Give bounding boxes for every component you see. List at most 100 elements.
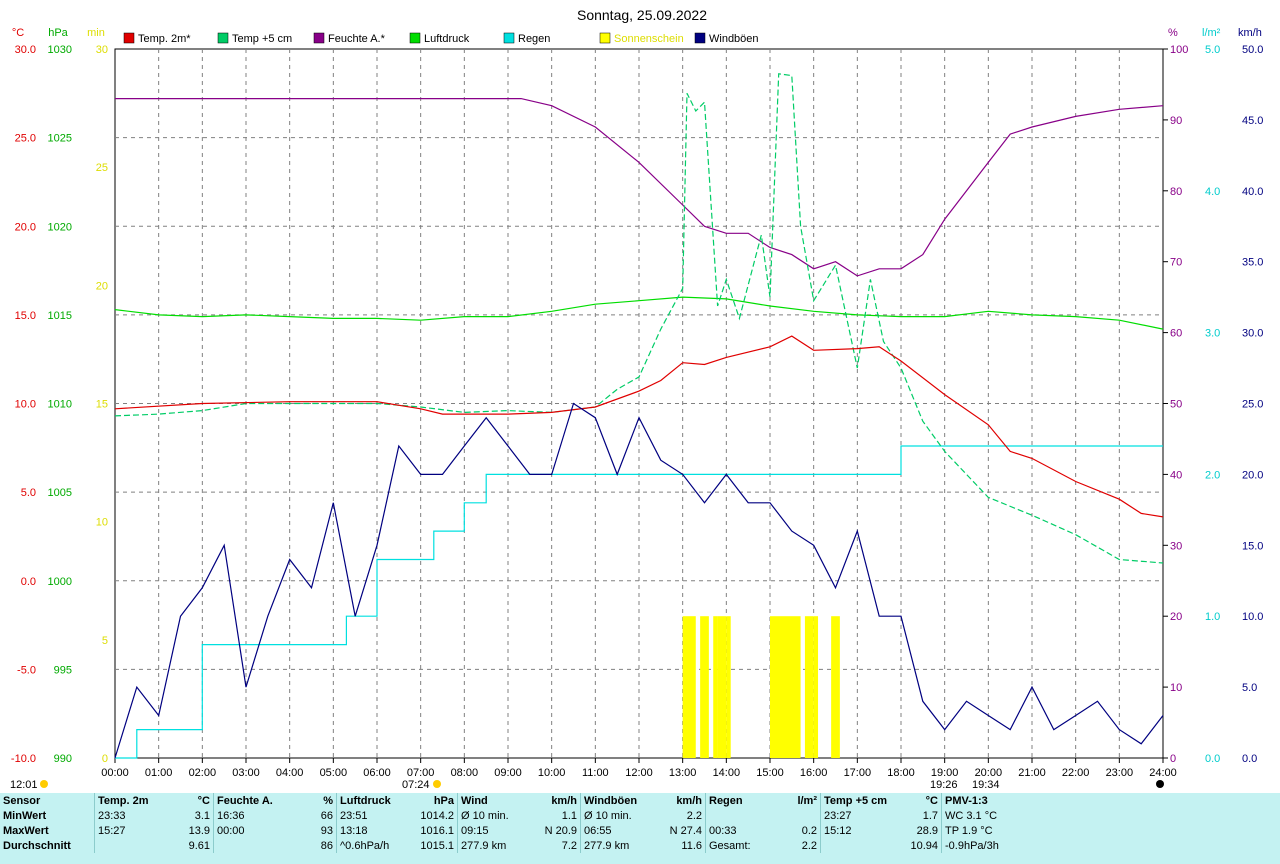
stats-cell-time: 277.9 km xyxy=(461,839,507,852)
stats-cell: Gesamt: 2.2 xyxy=(705,838,821,853)
legend-label: Sonnenschein xyxy=(614,33,684,45)
legend-swatch xyxy=(599,32,611,44)
stats-header-unit: km/h xyxy=(551,794,577,807)
stats-cell-value: 0.2 xyxy=(801,824,817,837)
x-tick-label: 16:00 xyxy=(800,767,828,779)
stats-cell: ^0.6hPa/h 1015.1 xyxy=(336,838,458,853)
legend-swatch xyxy=(694,32,706,44)
stats-cell-time: Ø 10 min. xyxy=(461,809,509,822)
stats-cell-value: 1.7 xyxy=(922,809,938,822)
stats-row: MinWert 23:33 3.1 16:36 66 23:51 1014.2 Ø 10 mi… xyxy=(0,808,1068,823)
pressure-axis-tick: 1000 xyxy=(48,576,72,588)
pressure-axis-tick: 1005 xyxy=(48,487,72,499)
stats-header: Regen l/m² xyxy=(705,793,821,808)
sunshine-axis-tick: 0 xyxy=(102,753,108,765)
humidity-axis-tick: 0 xyxy=(1170,753,1176,765)
stats-cell: 15:12 28.9 xyxy=(820,823,942,838)
stats-cell-value: 93 xyxy=(320,824,333,837)
stats-cell: 23:27 1.7 xyxy=(820,808,942,823)
stats-row: MaxWert 15:27 13.9 00:00 93 13:18 1016.1 09:15 N… xyxy=(0,823,1068,838)
stats-cell: 9.61 xyxy=(94,838,214,853)
stats-cell: Ø 10 min. 1.1 xyxy=(457,808,581,823)
stats-cell-value: 2.2 xyxy=(686,809,702,822)
humidity-axis-tick: 100 xyxy=(1170,44,1188,56)
temp-axis-tick: 30.0 xyxy=(15,44,36,56)
x-tick-label: 20:00 xyxy=(975,767,1003,779)
x-tick-label: 14:00 xyxy=(713,767,741,779)
stats-cell-value: 3.1 xyxy=(194,809,210,822)
sunshine-axis-tick: 20 xyxy=(96,280,108,292)
stats-cell: 23:33 3.1 xyxy=(94,808,214,823)
stats-cell-value: 9.61 xyxy=(188,839,210,852)
stats-header-name: Luftdruck xyxy=(340,794,391,807)
stats-cell-time: 00:33 xyxy=(709,824,737,837)
wind-axis-tick: 0.0 xyxy=(1242,753,1257,765)
sunshine-bar xyxy=(804,616,814,758)
stats-header-name: Temp. 2m xyxy=(98,794,149,807)
stats-header-unit: °C xyxy=(925,794,938,807)
temp-axis-tick: -5.0 xyxy=(17,664,36,676)
sunshine-bar xyxy=(831,616,840,758)
stats-header: Sensor xyxy=(0,793,95,808)
x-tick-label: 15:00 xyxy=(756,767,784,779)
wind-axis-tick: 25.0 xyxy=(1242,399,1263,411)
temp-axis-tick: 25.0 xyxy=(15,133,36,145)
sunshine-axis-tick: 10 xyxy=(96,517,108,529)
humidity-axis-tick: 40 xyxy=(1170,469,1182,481)
stats-cell-time: 23:33 xyxy=(98,809,126,822)
stats-cell-value: N 20.9 xyxy=(544,824,577,837)
stats-cell-value: 1014.2 xyxy=(420,809,454,822)
pressure-axis-tick: 995 xyxy=(54,664,72,676)
sunrise-time-label: 07:24 xyxy=(402,779,430,791)
stats-cell-value: 13.9 xyxy=(188,824,210,837)
temp-axis-tick: 15.0 xyxy=(15,310,36,322)
stats-header-name: Windböen xyxy=(584,794,638,807)
stats-cell: 16:36 66 xyxy=(213,808,337,823)
stats-cell-time: 15:12 xyxy=(824,824,852,837)
stats-cell: 86 xyxy=(213,838,337,853)
stats-cell-time: TP 1.9 °C xyxy=(945,824,993,837)
stats-cell-value: 28.9 xyxy=(916,824,938,837)
sunshine-bar xyxy=(717,616,727,758)
x-tick-label: 03:00 xyxy=(232,767,260,779)
rain-axis-unit: l/m² xyxy=(1202,27,1221,39)
rain-axis-tick: 2.0 xyxy=(1205,469,1220,481)
stats-cell-time: -0.9hPa/3h xyxy=(945,839,999,852)
legend-swatch xyxy=(217,32,229,44)
stats-cell: 13:18 1016.1 xyxy=(336,823,458,838)
pressure-axis-tick: 1010 xyxy=(48,399,72,411)
stats-header-name: Sensor xyxy=(3,794,41,807)
stats-cell-value: 2.2 xyxy=(801,839,817,852)
stats-cell: WC 3.1 °C xyxy=(941,808,1068,823)
x-tick-label: 04:00 xyxy=(276,767,304,779)
wind-axis-tick: 5.0 xyxy=(1242,682,1257,694)
stats-header-unit: hPa xyxy=(433,794,454,807)
stats-header-name: Temp +5 cm xyxy=(824,794,888,807)
legend-label: Regen xyxy=(518,33,550,45)
legend-swatch xyxy=(409,32,421,44)
wind-axis-tick: 30.0 xyxy=(1242,328,1263,340)
legend-label: Feuchte A.* xyxy=(328,33,386,45)
stats-header: Windböen km/h xyxy=(580,793,706,808)
stats-cell-time: 23:51 xyxy=(340,809,368,822)
pressure-axis-tick: 1025 xyxy=(48,133,72,145)
sunshine-axis-tick: 15 xyxy=(96,399,108,411)
x-tick-label: 18:00 xyxy=(887,767,915,779)
legend-label: Temp. 2m* xyxy=(138,33,191,45)
x-tick-label: 02:00 xyxy=(189,767,217,779)
temp-axis-tick: -10.0 xyxy=(11,753,36,765)
stats-header-name: Feuchte A. xyxy=(217,794,273,807)
humidity-axis-unit: % xyxy=(1168,27,1178,39)
stats-header: Wind km/h xyxy=(457,793,581,808)
stats-header: Temp. 2m °C xyxy=(94,793,214,808)
sunshine-bar xyxy=(700,616,709,758)
sunshine-bar xyxy=(713,616,718,758)
stats-cell-time: 13:18 xyxy=(340,824,368,837)
legend-swatch xyxy=(313,32,325,44)
x-tick-label: 24:00 xyxy=(1149,767,1177,779)
wind-axis-tick: 15.0 xyxy=(1242,540,1263,552)
stats-header-unit: % xyxy=(323,794,333,807)
stats-cell-value: 86 xyxy=(320,839,333,852)
stats-cell-time: ^0.6hPa/h xyxy=(340,839,390,852)
stats-cell-time: 06:55 xyxy=(584,824,612,837)
